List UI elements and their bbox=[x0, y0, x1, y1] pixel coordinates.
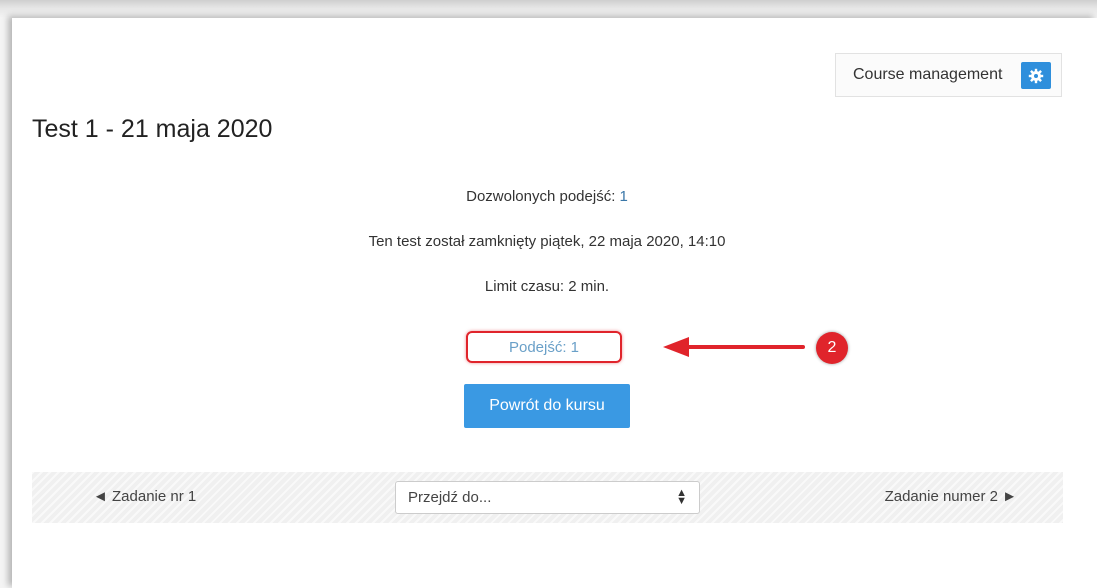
activity-navigation: ◄ Zadanie nr 1 Przejdź do... ▲ ▼ Zadanie … bbox=[32, 472, 1063, 523]
course-management-button[interactable]: Course management bbox=[835, 53, 1062, 97]
page-content: Course management Test 1 - 21 maja 2020 bbox=[12, 18, 1097, 588]
annotation-badge: 2 bbox=[816, 332, 848, 364]
course-management-label: Course management bbox=[853, 66, 1003, 83]
jump-to-select[interactable]: Przejdź do... ▲ ▼ bbox=[395, 481, 700, 514]
prev-activity-link[interactable]: ◄ Zadanie nr 1 bbox=[93, 488, 196, 505]
attempts-allowed: Dozwolonych podejść: 1 bbox=[12, 188, 1082, 205]
annotation-arrow-icon bbox=[663, 337, 805, 357]
time-limit-text: Limit czasu: 2 min. bbox=[484, 278, 610, 295]
jump-to-select-value: Przejdź do... bbox=[408, 489, 492, 506]
attempts-link[interactable]: Podejść: 1 bbox=[466, 331, 622, 363]
gear-icon[interactable] bbox=[1021, 62, 1051, 89]
next-activity-link[interactable]: Zadanie numer 2 ► bbox=[885, 488, 1017, 505]
sort-arrows-icon: ▲ ▼ bbox=[676, 487, 687, 507]
quiz-closed-text: Ten test został zamknięty piątek, 22 maj… bbox=[368, 233, 726, 250]
attempts-allowed-label: Dozwolonych podejść: bbox=[466, 188, 620, 205]
attempts-allowed-value: 1 bbox=[619, 188, 628, 205]
back-to-course-button[interactable]: Powrót do kursu bbox=[464, 384, 630, 428]
page-title: Test 1 - 21 maja 2020 bbox=[32, 115, 273, 143]
